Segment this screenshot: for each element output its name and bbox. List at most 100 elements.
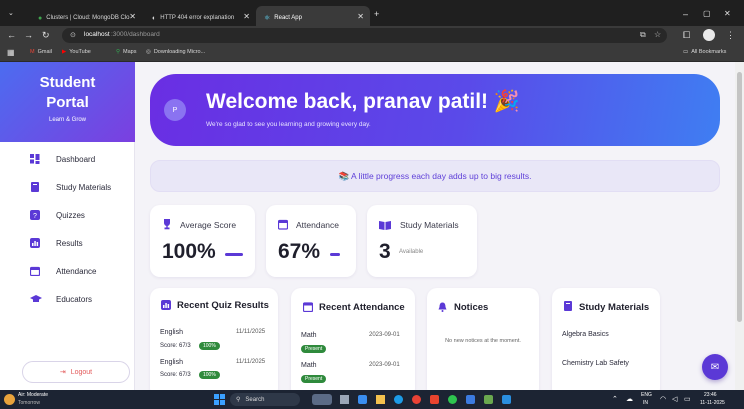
quiz-score: Score: 67/3: [160, 343, 191, 349]
volume-icon[interactable]: ◁: [672, 395, 677, 403]
score-badge: 100%: [199, 371, 220, 379]
mongodb-leaf-icon: ●: [38, 14, 43, 22]
youtube-icon: ▶: [62, 49, 67, 55]
tab-label: React App: [274, 15, 302, 21]
app-icon[interactable]: [394, 395, 403, 404]
bookmark-gmail[interactable]: M Gmail: [30, 49, 52, 55]
search-icon: ⚲: [236, 397, 241, 403]
taskbar-search[interactable]: ⚲ Search: [230, 393, 300, 406]
language-line1[interactable]: ENG: [641, 392, 652, 398]
weather-title[interactable]: Air: Moderate: [18, 392, 48, 398]
clock-time[interactable]: 23:46: [704, 392, 717, 398]
attendance-date: 2023-09-01: [369, 362, 400, 368]
close-tab-icon[interactable]: ✕: [243, 12, 250, 21]
edge-icon[interactable]: [358, 395, 367, 404]
close-window-button[interactable]: ✕: [724, 9, 731, 18]
grid-icon: [30, 154, 40, 164]
sidebar: Student Portal Learn & Grow Dashboard St…: [0, 62, 135, 390]
stat-label: Study Materials: [400, 220, 459, 230]
sidebar-item-quizzes[interactable]: Quizzes: [30, 208, 130, 222]
back-button[interactable]: ←: [7, 30, 16, 40]
welcome-subtitle: We're so glad to see you learning and gr…: [206, 121, 371, 128]
new-tab-button[interactable]: +: [374, 9, 379, 19]
stat-value: 67%: [278, 240, 321, 263]
app-icon[interactable]: [430, 395, 439, 404]
address-bar[interactable]: ⊙ localhost :3000/dashboard ⧉ ☆: [62, 28, 667, 43]
task-view-icon[interactable]: [340, 395, 349, 404]
sidebar-item-dashboard[interactable]: Dashboard: [30, 152, 130, 166]
chrome-icon[interactable]: [412, 395, 421, 404]
notices-empty-text: No new notices at the moment.: [445, 338, 521, 344]
sidebar-item-results[interactable]: Results: [30, 236, 130, 250]
close-tab-icon[interactable]: ✕: [357, 12, 364, 21]
profile-avatar[interactable]: [703, 29, 715, 41]
bookmark-maps[interactable]: ⚲ Maps: [116, 49, 136, 55]
windows-start-icon[interactable]: [214, 394, 225, 405]
onedrive-icon[interactable]: ☁: [626, 395, 633, 403]
study-material-item[interactable]: Chemistry Lab Safety: [562, 360, 629, 367]
page-scrollbar[interactable]: [735, 62, 744, 390]
scrollbar-thumb[interactable]: [737, 72, 742, 322]
url-path: :3000/dashboard: [111, 31, 160, 38]
close-tab-icon[interactable]: ✕: [129, 12, 136, 21]
tray-chevron-icon[interactable]: ⌃: [612, 395, 618, 403]
maximize-button[interactable]: ▢: [703, 9, 711, 18]
book-icon: [31, 182, 39, 192]
bookmark-downloading[interactable]: ◎ Downloading Micro...: [146, 49, 205, 55]
quiz-results-card: Recent Quiz Results English 11/11/2025 S…: [150, 288, 278, 390]
extensions-icon[interactable]: ⧠: [683, 30, 690, 41]
book-open-icon: [379, 221, 391, 230]
cast-icon[interactable]: ⧉: [640, 30, 646, 40]
bookmarks-bar: ▦ M Gmail ▶ YouTube ⚲ Maps ◎ Downloading Mic…: [0, 46, 744, 62]
quiz-score: Score: 67/3: [160, 372, 191, 378]
sidebar-item-study-materials[interactable]: Study Materials: [30, 180, 130, 194]
book-icon: [564, 301, 572, 311]
apps-grid-icon[interactable]: ▦: [7, 48, 15, 57]
stat-card-attendance: Attendance 67%: [266, 205, 356, 277]
notices-card: Notices No new notices at the moment.: [427, 288, 539, 390]
sidebar-item-educators[interactable]: Educators: [30, 292, 130, 306]
tab-search-chevron-icon[interactable]: ⌄: [8, 9, 14, 17]
menu-kebab-icon[interactable]: ⋮: [726, 30, 735, 41]
minimize-button[interactable]: –: [683, 9, 688, 19]
bookmark-youtube[interactable]: ▶ YouTube: [62, 49, 91, 55]
notices-title: Notices: [454, 302, 489, 313]
quiz-subject: English: [160, 329, 183, 336]
welcome-banner: P Welcome back, pranav patil! 🎉 We're so…: [150, 74, 720, 146]
dashboard-page: Student Portal Learn & Grow Dashboard St…: [0, 62, 744, 390]
reload-button[interactable]: ↻: [42, 30, 50, 41]
vscode-icon[interactable]: [502, 395, 511, 404]
wifi-icon[interactable]: ◠: [660, 395, 666, 403]
whatsapp-icon[interactable]: [448, 395, 457, 404]
brand-header: Student Portal Learn & Grow: [0, 62, 135, 142]
site-info-icon[interactable]: ⊙: [70, 31, 76, 39]
attendance-date: 2023-09-01: [369, 332, 400, 338]
attendance-subject: Math: [301, 362, 317, 369]
study-materials-title: Study Materials: [579, 302, 650, 313]
brand-tagline: Learn & Grow: [48, 117, 87, 123]
forward-button[interactable]: →: [24, 30, 33, 40]
study-materials-card: Study Materials Algebra Basics Chemistry…: [552, 288, 660, 390]
logout-button[interactable]: ⇥ Logout: [22, 361, 130, 383]
score-badge: 100%: [199, 342, 220, 350]
study-material-item[interactable]: Algebra Basics: [562, 331, 609, 338]
calendar-icon: [30, 266, 40, 276]
battery-icon[interactable]: ▭: [684, 395, 691, 403]
chart-icon: [161, 300, 171, 310]
stat-value: 100%: [162, 240, 216, 263]
stat-card-average-score: Average Score 100%: [150, 205, 255, 277]
file-explorer-icon[interactable]: [376, 395, 385, 404]
tab-label: HTTP 404 error explanation: [160, 15, 235, 21]
language-line2: IN: [643, 400, 648, 406]
sidebar-item-label: Educators: [56, 294, 93, 304]
widget-icon[interactable]: [312, 394, 332, 405]
chat-fab-button[interactable]: ✉: [702, 354, 728, 380]
logout-icon: ⇥: [59, 369, 66, 376]
sidebar-item-label: Study Materials: [56, 182, 112, 192]
sidebar-item-attendance[interactable]: Attendance: [30, 264, 130, 278]
stat-label: Average Score: [180, 220, 237, 230]
all-bookmarks[interactable]: ▭ All Bookmarks: [683, 49, 726, 55]
app-icon[interactable]: [466, 395, 475, 404]
app-icon[interactable]: [484, 395, 493, 404]
bookmark-star-icon[interactable]: ☆: [654, 30, 661, 39]
